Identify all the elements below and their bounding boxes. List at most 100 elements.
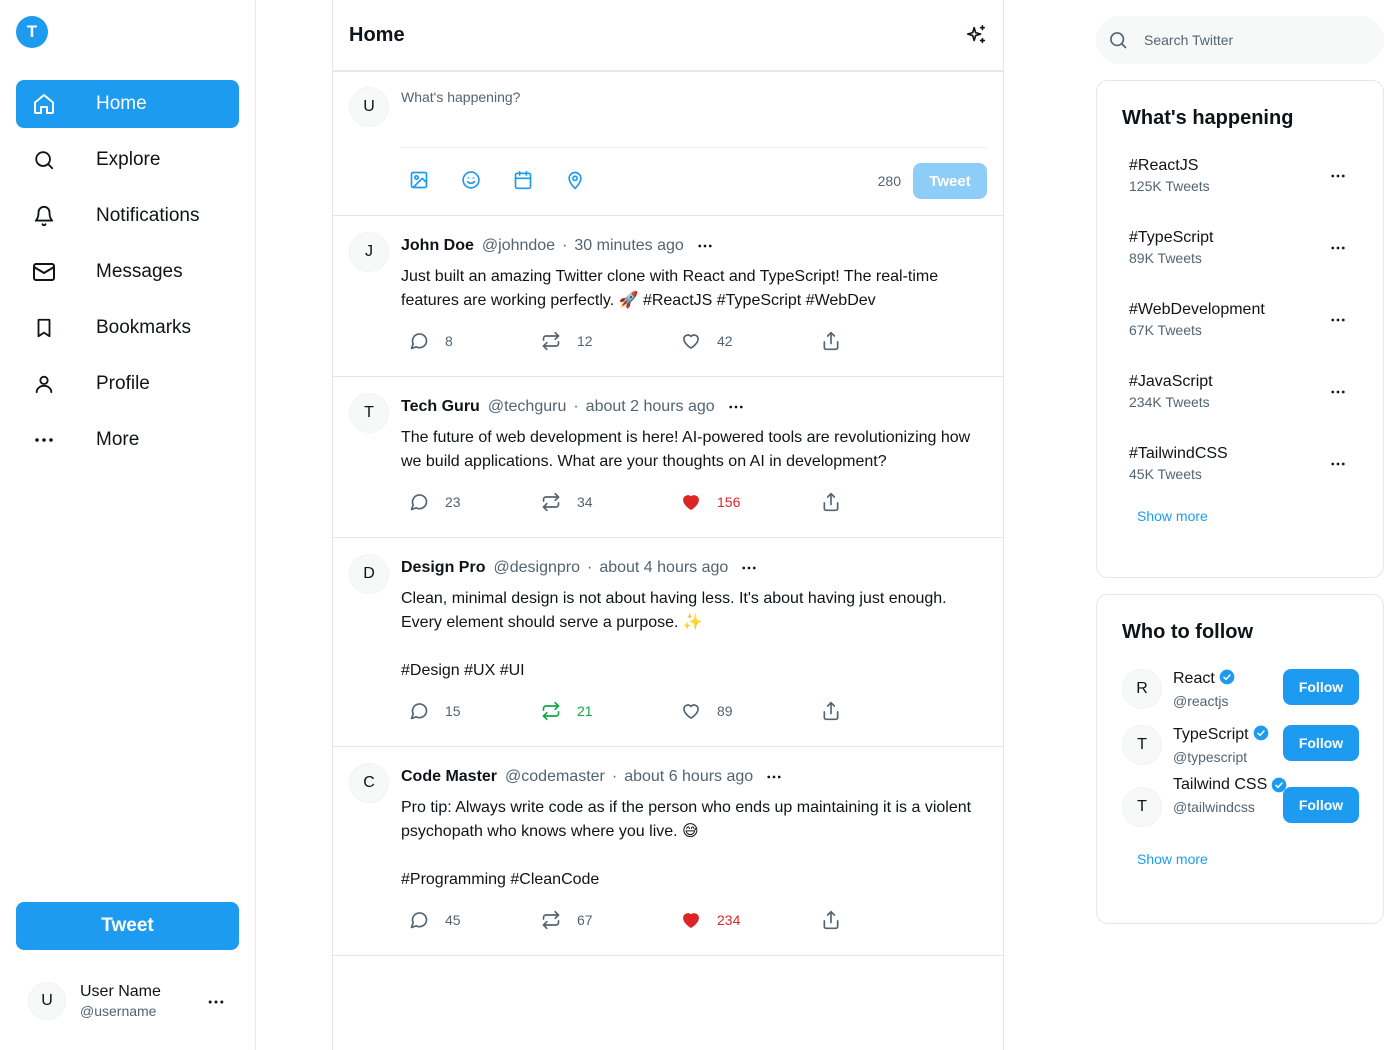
author-handle[interactable]: @designpro: [493, 559, 580, 577]
retweet-button[interactable]: 12: [533, 321, 593, 361]
nav-item-profile[interactable]: Profile: [16, 360, 239, 408]
author-handle[interactable]: @techguru: [488, 398, 567, 416]
avatar[interactable]: T: [349, 393, 389, 433]
reply-button[interactable]: 15: [401, 691, 461, 731]
retweet-count: 21: [577, 703, 593, 719]
tweet[interactable]: C Code Master @codemaster · about 6 hour…: [333, 747, 1003, 956]
verified-icon: [1253, 725, 1269, 741]
reply-button[interactable]: 45: [401, 900, 461, 940]
search-input[interactable]: Search Twitter: [1144, 32, 1233, 48]
author-name[interactable]: Tech Guru: [401, 398, 480, 416]
nav-item-notifications[interactable]: Notifications: [16, 192, 239, 240]
timestamp[interactable]: about 2 hours ago: [586, 398, 715, 416]
more-icon[interactable]: [1329, 167, 1347, 185]
emoji-icon[interactable]: [461, 170, 481, 190]
tweet-actions: 8 12 42: [401, 321, 987, 361]
nav-item-explore[interactable]: Explore: [16, 136, 239, 184]
search-box[interactable]: Search Twitter: [1096, 16, 1384, 64]
more-icon[interactable]: [765, 768, 783, 786]
timestamp[interactable]: about 6 hours ago: [624, 768, 753, 786]
tweet[interactable]: D Design Pro @designpro · about 4 hours …: [333, 538, 1003, 747]
trend-item[interactable]: #TypeScript 89K Tweets: [1097, 213, 1383, 285]
nav-item-bookmarks[interactable]: Bookmarks: [16, 304, 239, 352]
divider: [401, 147, 987, 148]
nav-label: Notifications: [96, 205, 200, 226]
like-button[interactable]: 234: [673, 900, 740, 940]
sidebar-tweet-button[interactable]: Tweet: [16, 902, 239, 950]
search-icon: [1108, 30, 1128, 50]
follow-button[interactable]: Follow: [1283, 669, 1359, 705]
compose-toolbar: [409, 170, 617, 190]
bookmark-icon: [32, 316, 56, 340]
more-icon[interactable]: [1329, 239, 1347, 257]
like-button[interactable]: 42: [673, 321, 733, 361]
trend-item[interactable]: #ReactJS 125K Tweets: [1097, 141, 1383, 213]
more-icon[interactable]: [740, 559, 758, 577]
share-button[interactable]: [813, 900, 857, 940]
compose-input[interactable]: What's happening?: [401, 89, 520, 105]
follow-user-info[interactable]: Tailwind CSS @tailwindcss: [1173, 773, 1273, 817]
author-handle[interactable]: @johndoe: [482, 237, 555, 255]
follow-name: Tailwind CSS: [1173, 776, 1268, 793]
more-icon[interactable]: [1329, 455, 1347, 473]
retweet-button[interactable]: 34: [533, 482, 593, 522]
follow-name: React: [1173, 670, 1215, 687]
location-icon[interactable]: [565, 170, 585, 190]
like-button[interactable]: 89: [673, 691, 733, 731]
bell-icon: [32, 204, 56, 228]
retweet-button[interactable]: 21: [533, 691, 593, 731]
avatar[interactable]: T: [1122, 725, 1162, 765]
share-button[interactable]: [813, 482, 857, 522]
author-name[interactable]: Code Master: [401, 768, 497, 786]
trend-item[interactable]: #WebDevelopment 67K Tweets: [1097, 285, 1383, 357]
share-button[interactable]: [813, 691, 857, 731]
trend-item[interactable]: #TailwindCSS 45K Tweets: [1097, 429, 1383, 501]
image-icon[interactable]: [409, 170, 429, 190]
nav-item-more[interactable]: More: [16, 416, 239, 464]
sparkles-icon[interactable]: [965, 24, 987, 46]
follow-button[interactable]: Follow: [1283, 787, 1359, 823]
more-icon[interactable]: [1329, 311, 1347, 329]
tweet[interactable]: J John Doe @johndoe · 30 minutes ago Jus…: [333, 216, 1003, 377]
app-logo[interactable]: T: [16, 16, 48, 48]
separator-dot: ·: [611, 768, 618, 785]
avatar[interactable]: R: [1122, 669, 1162, 709]
avatar[interactable]: J: [349, 232, 389, 272]
author-name[interactable]: John Doe: [401, 237, 474, 255]
reply-button[interactable]: 8: [401, 321, 453, 361]
more-icon[interactable]: [696, 237, 714, 255]
calendar-icon[interactable]: [513, 170, 533, 190]
author-name[interactable]: Design Pro: [401, 559, 485, 577]
avatar[interactable]: D: [349, 554, 389, 594]
follow-button[interactable]: Follow: [1283, 725, 1359, 761]
tweet[interactable]: T Tech Guru @techguru · about 2 hours ag…: [333, 377, 1003, 538]
nav-item-home[interactable]: Home: [16, 80, 239, 128]
trends-show-more-link[interactable]: Show more: [1097, 508, 1383, 524]
nav-item-messages[interactable]: Messages: [16, 248, 239, 296]
like-button[interactable]: 156: [673, 482, 740, 522]
follow-user-info[interactable]: React @reactjs: [1173, 667, 1273, 711]
retweet-icon: [541, 910, 561, 930]
timestamp[interactable]: about 4 hours ago: [599, 559, 728, 577]
more-icon[interactable]: [1329, 383, 1347, 401]
compose-tweet-button[interactable]: Tweet: [913, 163, 987, 199]
follow-show-more-link[interactable]: Show more: [1097, 851, 1383, 867]
reply-button[interactable]: 23: [401, 482, 461, 522]
retweet-button[interactable]: 67: [533, 900, 593, 940]
avatar[interactable]: T: [1122, 787, 1162, 827]
reply-count: 8: [445, 333, 453, 349]
follow-user-info[interactable]: TypeScript @typescript: [1173, 723, 1273, 767]
user-handle: @username: [80, 1003, 157, 1019]
follow-handle: @tailwindcss: [1173, 799, 1255, 815]
account-switcher[interactable]: U User Name @username: [28, 980, 238, 1022]
avatar[interactable]: C: [349, 763, 389, 803]
more-icon[interactable]: [206, 992, 226, 1012]
retweet-count: 67: [577, 912, 593, 928]
share-button[interactable]: [813, 321, 857, 361]
more-icon[interactable]: [727, 398, 745, 416]
share-icon: [821, 492, 841, 512]
trend-item[interactable]: #JavaScript 234K Tweets: [1097, 357, 1383, 429]
timestamp[interactable]: 30 minutes ago: [574, 237, 683, 255]
author-handle[interactable]: @codemaster: [505, 768, 605, 786]
avatar: U: [349, 87, 389, 127]
